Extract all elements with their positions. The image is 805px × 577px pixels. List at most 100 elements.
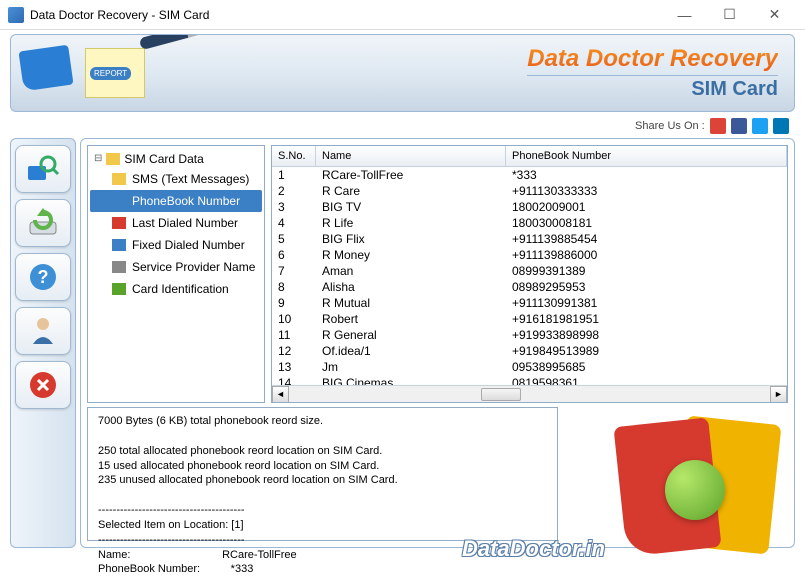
facebook-icon[interactable] [731,118,747,134]
app-icon [8,7,24,23]
scroll-right-button[interactable]: ► [770,386,787,403]
cell-number: +911130333333 [506,183,787,199]
cell-number: +919933898998 [506,327,787,343]
share-more-icon[interactable] [773,118,789,134]
tree-item-last-dialed-number[interactable]: Last Dialed Number [90,212,262,234]
minimize-button[interactable]: — [662,1,707,29]
save-recovered-button[interactable] [15,199,71,247]
cell-sno: 9 [272,295,316,311]
tree-item-icon [112,239,126,251]
main-panel: ⊟ SIM Card Data SMS (Text Messages) Phone… [80,138,795,548]
cell-name: Alisha [316,279,506,295]
table-row[interactable]: 5BIG Flix+911139885454 [272,231,787,247]
cell-number: 08999391389 [506,263,787,279]
tree-item-icon [112,283,126,295]
table-row[interactable]: 12Of.idea/1+919849513989 [272,343,787,359]
tree-item-card-identification[interactable]: Card Identification [90,278,262,300]
cell-sno: 5 [272,231,316,247]
col-name[interactable]: Name [316,146,506,166]
cell-number: +911130991381 [506,295,787,311]
table-row[interactable]: 6R Money+911139886000 [272,247,787,263]
table-row[interactable]: 14BIG Cinemas0819598361 [272,375,787,385]
close-button[interactable]: ✕ [752,1,797,29]
table-row[interactable]: 11R General+919933898998 [272,327,787,343]
sim-graphic-icon [18,45,73,92]
tree-item-sms-text-messages-[interactable]: SMS (Text Messages) [90,168,262,190]
close-icon [28,370,58,400]
window-title: Data Doctor Recovery - SIM Card [30,8,662,22]
cell-name: Of.idea/1 [316,343,506,359]
exit-button[interactable] [15,361,71,409]
sim-root-icon [106,153,120,165]
sim-decorative-graphic [575,400,785,560]
cell-sno: 1 [272,167,316,183]
tree-item-icon [112,173,126,185]
tree-item-fixed-dialed-number[interactable]: Fixed Dialed Number [90,234,262,256]
twitter-icon[interactable] [752,118,768,134]
banner-title: Data Doctor Recovery [527,45,778,73]
about-button[interactable] [15,307,71,355]
scroll-thumb[interactable] [481,388,521,401]
sim-card-yellow-icon [673,415,781,554]
tree-item-service-provider-name[interactable]: Service Provider Name [90,256,262,278]
tree-item-phonebook-number[interactable]: PhoneBook Number [90,190,262,212]
cell-sno: 11 [272,327,316,343]
watermark: DataDoctor.in [462,536,605,562]
scroll-track[interactable] [289,387,770,402]
help-button[interactable]: ? [15,253,71,301]
cell-name: R Life [316,215,506,231]
table-row[interactable]: 10Robert+916181981951 [272,311,787,327]
cell-number: 180030008181 [506,215,787,231]
table-row[interactable]: 13Jm09538995685 [272,359,787,375]
table-header: S.No. Name PhoneBook Number [272,146,787,167]
tree-root[interactable]: ⊟ SIM Card Data [90,150,262,168]
tree-root-label: SIM Card Data [124,152,203,166]
table-row[interactable]: 1RCare-TollFree*333 [272,167,787,183]
horizontal-scrollbar[interactable]: ◄ ► [272,385,787,402]
sim-card-red-icon [613,417,721,556]
banner-subtitle: SIM Card [527,75,778,101]
share-bar: Share Us On : [0,116,805,138]
tree-item-label: PhoneBook Number [132,194,240,208]
cell-sno: 12 [272,343,316,359]
report-note-icon [85,48,145,98]
table-row[interactable]: 8Alisha08989295953 [272,279,787,295]
pen-icon [139,34,219,50]
cell-sno: 3 [272,199,316,215]
cell-name: R Care [316,183,506,199]
cell-number: +911139886000 [506,247,787,263]
cell-name: RCare-TollFree [316,167,506,183]
cell-number: 09538995685 [506,359,787,375]
cell-name: Robert [316,311,506,327]
drive-save-icon [26,208,60,238]
phonebook-table[interactable]: S.No. Name PhoneBook Number 1RCare-TollF… [271,145,788,403]
col-phonebook-number[interactable]: PhoneBook Number [506,146,787,166]
tree-item-icon [112,195,126,207]
sim-data-tree[interactable]: ⊟ SIM Card Data SMS (Text Messages) Phone… [87,145,265,403]
tree-item-icon [112,261,126,273]
svg-text:?: ? [38,267,49,287]
col-sno[interactable]: S.No. [272,146,316,166]
table-row[interactable]: 7Aman08999391389 [272,263,787,279]
tree-item-label: Card Identification [132,282,229,296]
table-row[interactable]: 4R Life180030008181 [272,215,787,231]
cell-number: +911139885454 [506,231,787,247]
cell-name: R Mutual [316,295,506,311]
maximize-button[interactable]: ☐ [707,1,752,29]
cell-sno: 8 [272,279,316,295]
cell-sno: 7 [272,263,316,279]
banner: Data Doctor Recovery SIM Card [10,34,795,112]
cell-name: BIG Flix [316,231,506,247]
table-row[interactable]: 3BIG TV18002009001 [272,199,787,215]
scroll-left-button[interactable]: ◄ [272,386,289,403]
user-icon [28,314,58,348]
google-plus-icon[interactable] [710,118,726,134]
table-body[interactable]: 1RCare-TollFree*3332R Care+9111303333333… [272,167,787,385]
table-row[interactable]: 2R Care+911130333333 [272,183,787,199]
help-icon: ? [28,262,58,292]
collapse-icon[interactable]: ⊟ [94,153,102,165]
scan-sim-button[interactable] [15,145,71,193]
table-row[interactable]: 9R Mutual+911130991381 [272,295,787,311]
cell-sno: 14 [272,375,316,385]
cell-number: 08989295953 [506,279,787,295]
